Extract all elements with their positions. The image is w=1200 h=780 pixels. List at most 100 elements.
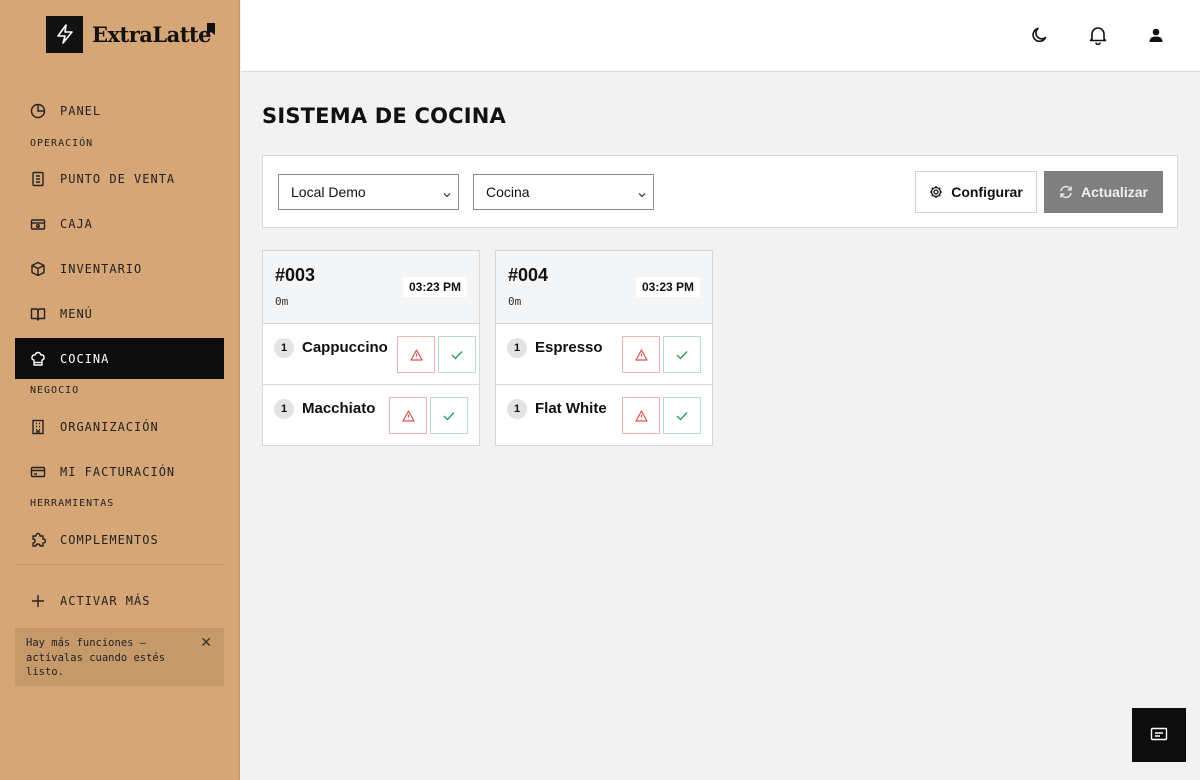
- item-quantity-badge: 1: [274, 338, 294, 358]
- report-issue-button[interactable]: [389, 397, 427, 434]
- cash-register-icon: [30, 216, 46, 232]
- order-time: 03:23 PM: [635, 277, 700, 297]
- moon-icon[interactable]: [1029, 24, 1051, 46]
- order-elapsed: 0m: [275, 295, 289, 308]
- item-name: Macchiato: [302, 400, 376, 417]
- sidebar-item-inventory[interactable]: INVENTARIO: [15, 248, 224, 289]
- mark-done-button[interactable]: [663, 336, 701, 373]
- refresh-button[interactable]: Actualizar: [1044, 171, 1163, 213]
- report-issue-button[interactable]: [397, 336, 435, 373]
- check-icon: [676, 350, 688, 360]
- order-number: #003: [275, 265, 316, 285]
- lightning-icon: [46, 15, 83, 53]
- location-select[interactable]: Local Demo: [278, 174, 459, 210]
- features-tip: Hay más funciones — actívalas cuando est…: [15, 628, 224, 686]
- tip-text: Hay más funciones — actívalas cuando est…: [26, 637, 166, 678]
- sidebar-item-label: PUNTO DE VENTA: [60, 171, 176, 186]
- mark-done-button[interactable]: [430, 397, 468, 434]
- receipt-icon: [30, 171, 46, 187]
- order-header: #003 0m 03:23 PM: [263, 251, 479, 324]
- item-quantity-badge: 1: [274, 399, 294, 419]
- building-icon: [30, 419, 46, 435]
- page-title: SISTEMA DE COCINA: [262, 104, 506, 128]
- order-item: 1 Cappuccino: [263, 324, 479, 385]
- report-issue-button[interactable]: [622, 397, 660, 434]
- warning-icon: [634, 409, 648, 422]
- chevron-down-icon: [442, 187, 452, 203]
- sidebar-item-label: COCINA: [60, 351, 110, 366]
- sidebar-item-panel[interactable]: PANEL: [15, 90, 224, 131]
- check-icon: [451, 350, 463, 360]
- order-card: #003 0m 03:23 PM 1 Cappuccino 1 Macchiat…: [262, 250, 480, 446]
- close-icon[interactable]: ✕: [200, 634, 212, 651]
- order-item: 1 Flat White: [496, 385, 712, 446]
- section-label-tools: HERRAMIENTAS: [30, 498, 115, 509]
- sidebar-item-label: CAJA: [60, 216, 93, 231]
- top-header: [241, 0, 1200, 72]
- brand-logo[interactable]: ExtraLatte: [46, 15, 212, 53]
- section-label-business: NEGOCIO: [30, 385, 80, 396]
- sidebar-item-label: INVENTARIO: [60, 261, 143, 276]
- book-icon: [30, 306, 46, 322]
- sidebar-divider: [15, 564, 224, 565]
- check-icon: [676, 411, 688, 421]
- sidebar-item-label: ACTIVAR MÁS: [60, 593, 151, 608]
- brand-name: ExtraLatte: [92, 21, 212, 47]
- sidebar-item-label: MI FACTURACIÓN: [60, 464, 176, 479]
- pie-chart-icon: [30, 103, 46, 119]
- user-icon[interactable]: [1145, 24, 1167, 46]
- order-number: #004: [508, 265, 549, 285]
- activate-more-button[interactable]: ACTIVAR MÁS: [15, 580, 224, 621]
- kitchen-toolbar: Local Demo Cocina Configurar Actualizar: [262, 155, 1178, 228]
- item-quantity-badge: 1: [507, 338, 527, 358]
- sidebar-item-label: MENÚ: [60, 306, 93, 321]
- item-quantity-badge: 1: [507, 399, 527, 419]
- refresh-icon: [1059, 185, 1081, 199]
- item-name: Espresso: [535, 339, 603, 356]
- item-name: Flat White: [535, 400, 607, 417]
- mark-done-button[interactable]: [663, 397, 701, 434]
- sidebar-item-organization[interactable]: ORGANIZACIÓN: [15, 406, 224, 447]
- order-item: 1 Macchiato: [263, 385, 479, 446]
- puzzle-icon: [30, 532, 46, 548]
- bookmark-icon[interactable]: [206, 22, 216, 40]
- station-select-value: Cocina: [486, 184, 530, 200]
- sidebar-item-kitchen[interactable]: COCINA: [15, 338, 224, 379]
- credit-card-icon: [30, 464, 46, 480]
- order-elapsed: 0m: [508, 295, 522, 308]
- sidebar-item-cash[interactable]: CAJA: [15, 203, 224, 244]
- section-label-operation: OPERACIÓN: [30, 138, 94, 149]
- sidebar-item-pos[interactable]: PUNTO DE VENTA: [15, 158, 224, 199]
- sidebar-item-menu[interactable]: MENÚ: [15, 293, 224, 334]
- order-time: 03:23 PM: [402, 277, 467, 297]
- refresh-label: Actualizar: [1081, 184, 1148, 200]
- warning-icon: [634, 348, 648, 361]
- item-name: Cappuccino: [302, 339, 388, 356]
- order-card: #004 0m 03:23 PM 1 Espresso 1 Flat White: [495, 250, 713, 446]
- sidebar-item-label: PANEL: [60, 103, 102, 118]
- box-icon: [30, 261, 46, 277]
- sidebar: ExtraLatte PANEL OPERACIÓN PUNTO DE VENT…: [0, 0, 240, 780]
- bell-icon[interactable]: [1087, 24, 1109, 46]
- mark-done-button[interactable]: [438, 336, 476, 373]
- message-icon: [1150, 727, 1168, 743]
- order-item: 1 Espresso: [496, 324, 712, 385]
- sidebar-item-label: COMPLEMENTOS: [60, 532, 159, 547]
- location-select-value: Local Demo: [291, 184, 366, 200]
- chat-button[interactable]: [1132, 708, 1186, 762]
- warning-icon: [409, 348, 423, 361]
- station-select[interactable]: Cocina: [473, 174, 654, 210]
- sidebar-item-addons[interactable]: COMPLEMENTOS: [15, 519, 224, 560]
- plus-icon: [30, 593, 46, 609]
- gear-icon: [929, 185, 951, 199]
- chevron-down-icon: [637, 187, 647, 203]
- sidebar-item-label: ORGANIZACIÓN: [60, 419, 159, 434]
- report-issue-button[interactable]: [622, 336, 660, 373]
- sidebar-item-billing[interactable]: MI FACTURACIÓN: [15, 451, 224, 492]
- configure-button[interactable]: Configurar: [915, 171, 1037, 213]
- chef-hat-icon: [30, 351, 46, 367]
- warning-icon: [401, 409, 415, 422]
- configure-label: Configurar: [951, 184, 1023, 200]
- check-icon: [443, 411, 455, 421]
- order-header: #004 0m 03:23 PM: [496, 251, 712, 324]
